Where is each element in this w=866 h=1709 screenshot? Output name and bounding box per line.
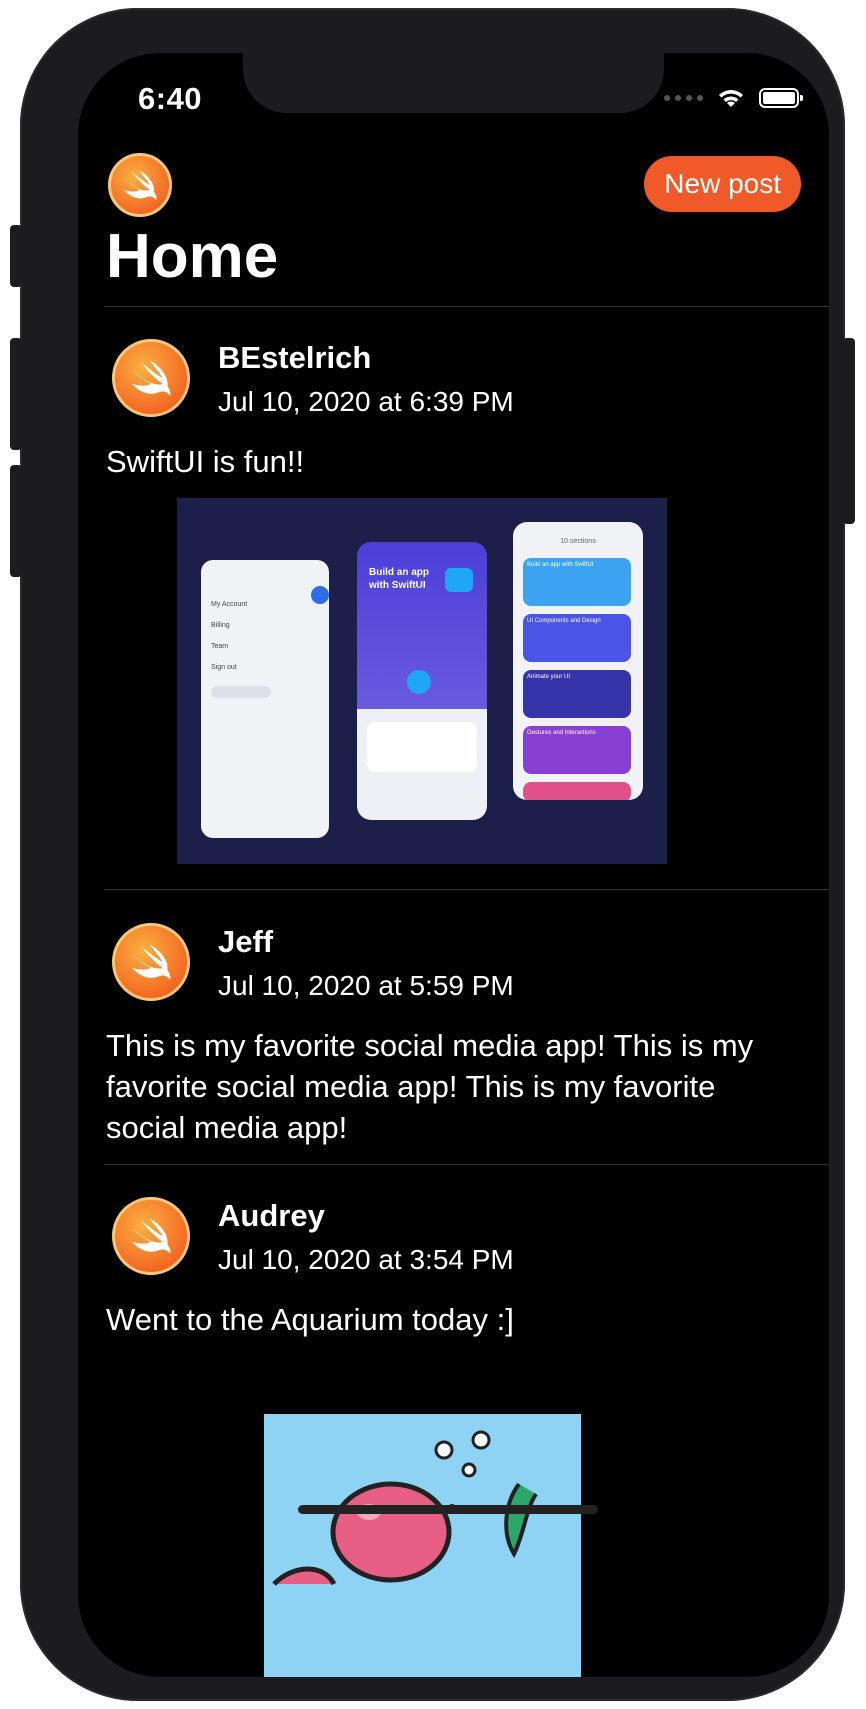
phone-frame: 6:40 New post Home BEstelrich Jul 10, 20… (10, 8, 855, 1701)
mute-switch (10, 225, 22, 287)
new-post-button[interactable]: New post (644, 156, 801, 212)
swift-logo-icon (132, 360, 171, 396)
swift-logo-icon (132, 1218, 171, 1254)
course-card: Animate your UI (523, 670, 631, 718)
post-timestamp: Jul 10, 2020 at 3:54 PM (218, 1244, 514, 1275)
swift-logo-icon (132, 944, 171, 980)
course-card: Gestures and Interactions (523, 726, 631, 774)
post-username[interactable]: Audrey (218, 1197, 514, 1235)
post-image[interactable]: My Account Billing Team Sign out Build a… (177, 498, 667, 864)
power-button (843, 338, 855, 524)
close-icon (311, 586, 329, 604)
avatar[interactable] (112, 1197, 190, 1275)
post-text: Went to the Aquarium today :] (106, 1302, 514, 1337)
mockup-hero-title: Build an app with SwiftUI (369, 567, 429, 591)
avatar[interactable] (112, 923, 190, 1001)
menu-item: Sign out (211, 664, 237, 671)
status-icons (664, 87, 803, 109)
post-timestamp: Jul 10, 2020 at 6:39 PM (218, 386, 514, 417)
cellular-signal-icon (664, 95, 703, 101)
menu-item: Team (211, 643, 229, 650)
play-icon (445, 568, 473, 592)
profile-avatar[interactable] (108, 153, 172, 217)
post-timestamp: Jul 10, 2020 at 5:59 PM (218, 970, 514, 1001)
course-card: UI Components and Design (523, 614, 631, 662)
divider (104, 889, 829, 890)
app-screen: 6:40 New post Home BEstelrich Jul 10, 20… (78, 53, 829, 1677)
octopus-illustration (272, 1430, 538, 1586)
mockup-card-title: 10 sections (560, 538, 596, 545)
avatar[interactable] (112, 339, 190, 417)
post-text: SwiftUI is fun!! (106, 444, 305, 479)
page-title: Home (106, 222, 279, 291)
post-username[interactable]: Jeff (218, 923, 514, 961)
menu-item: My Account (211, 601, 248, 608)
mockup-phone-sections: 10 sections Build an app with SwiftUI UI… (513, 522, 643, 800)
menu-item: Billing (211, 622, 230, 629)
volume-down-button (10, 465, 22, 577)
wifi-icon (719, 90, 743, 107)
volume-up-button (10, 338, 22, 450)
post-item[interactable]: BEstelrich Jul 10, 2020 at 6:39 PM Swift… (106, 339, 799, 482)
post-item[interactable]: Jeff Jul 10, 2020 at 5:59 PM This is my … (106, 923, 799, 1148)
divider (104, 306, 829, 307)
divider (104, 1164, 829, 1165)
mockup-phone-menu: My Account Billing Team Sign out (201, 560, 349, 838)
course-card: Build an app with SwiftUI (523, 558, 631, 606)
post-username[interactable]: BEstelrich (218, 339, 514, 377)
notch (243, 53, 664, 113)
post-item[interactable]: Audrey Jul 10, 2020 at 3:54 PM Went to t… (106, 1197, 799, 1340)
battery-icon (759, 88, 803, 108)
post-text: This is my favorite social media app! Th… (106, 1028, 754, 1145)
post-image[interactable] (264, 1414, 581, 1677)
swift-logo-icon (124, 170, 157, 200)
status-time: 6:40 (138, 81, 203, 116)
menu-list: My Account Billing Team Sign out (211, 594, 247, 678)
mockup-phone-course: Build an app with SwiftUI (357, 542, 487, 820)
home-indicator (298, 1505, 598, 1514)
